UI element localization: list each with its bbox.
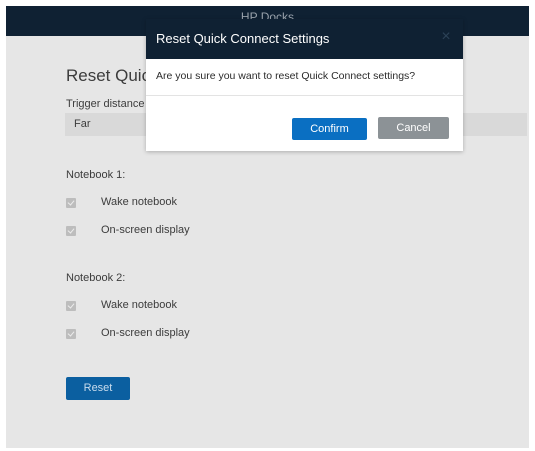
dialog-title: Reset Quick Connect Settings xyxy=(156,31,330,46)
reset-button[interactable]: Reset xyxy=(66,377,130,400)
reset-confirm-dialog: Reset Quick Connect Settings × Are you s… xyxy=(146,19,463,151)
notebook-1-wake-checkbox[interactable] xyxy=(66,198,76,208)
notebook-2-label: Notebook 2: xyxy=(66,272,126,284)
notebook-2-osd-checkbox[interactable] xyxy=(66,329,76,339)
notebook-1-osd-label: On-screen display xyxy=(101,224,190,236)
notebook-1-wake-label: Wake notebook xyxy=(101,196,178,208)
dialog-header: Reset Quick Connect Settings × xyxy=(146,19,463,59)
notebook-2-wake-label: Wake notebook xyxy=(101,299,178,311)
notebook-2-wake-checkbox[interactable] xyxy=(66,301,76,311)
notebook-1-osd-checkbox[interactable] xyxy=(66,226,76,236)
trigger-distance-label: Trigger distance xyxy=(66,98,145,110)
confirm-button[interactable]: Confirm xyxy=(292,118,367,140)
close-icon[interactable]: × xyxy=(437,28,455,46)
notebook-1-label: Notebook 1: xyxy=(66,169,126,181)
notebook-2-osd-label: On-screen display xyxy=(101,327,190,339)
dialog-message: Are you sure you want to reset Quick Con… xyxy=(156,70,416,82)
dialog-divider xyxy=(146,95,463,96)
page-title: Reset Quick xyxy=(66,66,159,85)
cancel-button[interactable]: Cancel xyxy=(378,117,449,139)
trigger-distance-value: Far xyxy=(74,118,91,130)
